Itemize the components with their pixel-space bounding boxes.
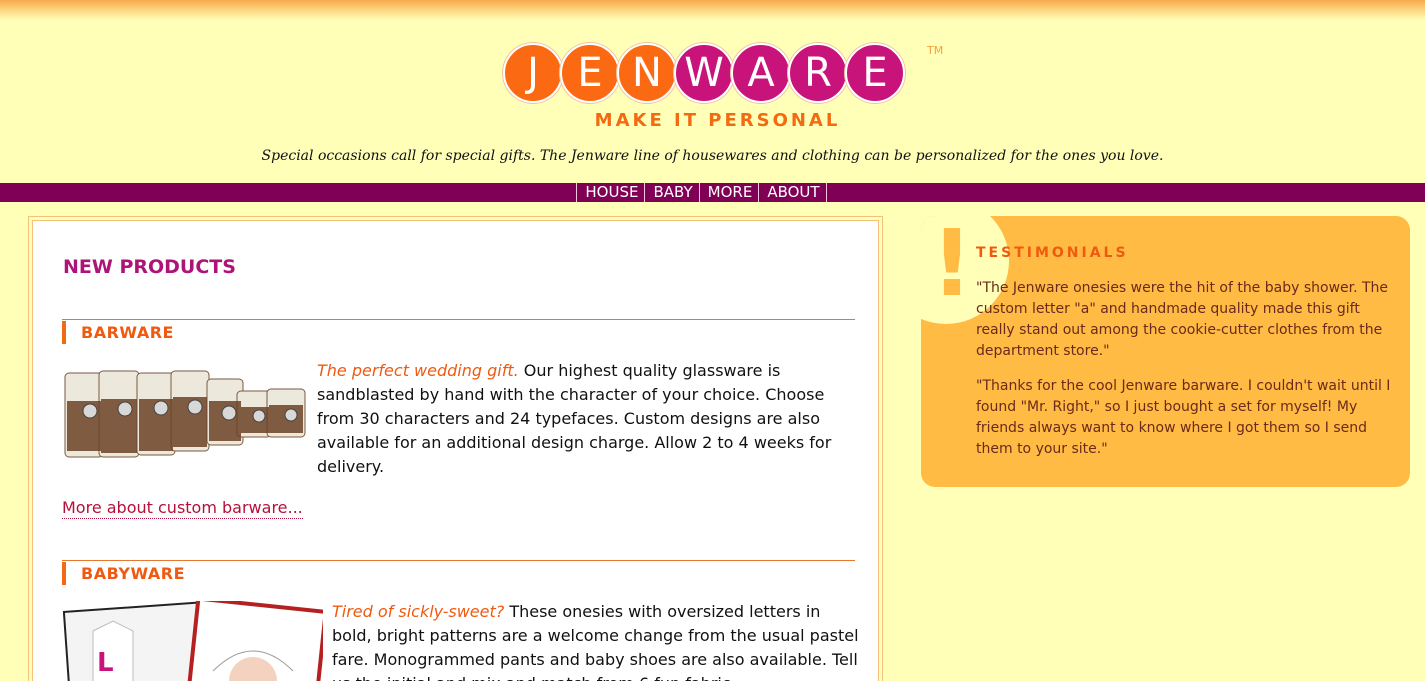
new-products-panel: NEW PRODUCTS BARWARE The perfect wedding… <box>28 216 883 681</box>
logo-letter: A <box>731 43 791 103</box>
logo-letter: E <box>560 43 620 103</box>
barware-heading-label: BARWARE <box>81 323 174 342</box>
testimonials-title: TESTIMONIALS <box>976 245 1129 261</box>
testimonial-quote: "The Jenware onesies were the hit of the… <box>976 280 1389 359</box>
tagline: MAKE IT PERSONAL <box>594 110 841 131</box>
nav-item-about[interactable]: ABOUT <box>758 183 827 202</box>
babyware-photo: L <box>63 601 323 681</box>
nav-item-house[interactable]: HOUSE <box>576 183 644 202</box>
logo-letter: J <box>503 43 563 103</box>
barware-heading: BARWARE <box>62 319 855 345</box>
main-nav: HOUSE BABY MORE ABOUT <box>0 183 1425 202</box>
babyware-description: Tired of sickly-sweet? These onesies wit… <box>332 600 862 681</box>
barware-glasses-image <box>64 370 306 458</box>
logo-letter: R <box>788 43 848 103</box>
babyware-heading: BABYWARE <box>62 560 855 586</box>
jenware-logo[interactable]: J E N W A R E <box>503 43 905 103</box>
nav-item-baby[interactable]: BABY <box>644 183 698 202</box>
barware-description: The perfect wedding gift. Our highest qu… <box>317 359 852 479</box>
exclamation-icon: ! <box>931 216 973 317</box>
babyware-heading-label: BABYWARE <box>81 564 186 583</box>
logo-letter: E <box>845 43 905 103</box>
logo-letter: W <box>674 43 734 103</box>
svg-text:L: L <box>97 648 114 678</box>
section-title: NEW PRODUCTS <box>63 256 236 278</box>
logo-letter: N <box>617 43 677 103</box>
testimonials-panel: ! TESTIMONIALS "The Jenware onesies were… <box>921 216 1410 487</box>
trademark-mark: TM <box>927 44 944 57</box>
testimonial-quote: "Thanks for the cool Jenware barware. I … <box>976 378 1391 457</box>
nav-item-more[interactable]: MORE <box>698 183 759 202</box>
barware-lead: The perfect wedding gift. <box>317 361 519 380</box>
babyware-lead: Tired of sickly-sweet? <box>332 602 505 621</box>
intro-text: Special occasions call for special gifts… <box>261 148 1164 164</box>
more-barware-link[interactable]: More about custom barware... <box>62 498 303 519</box>
top-glow-band <box>0 0 1425 20</box>
